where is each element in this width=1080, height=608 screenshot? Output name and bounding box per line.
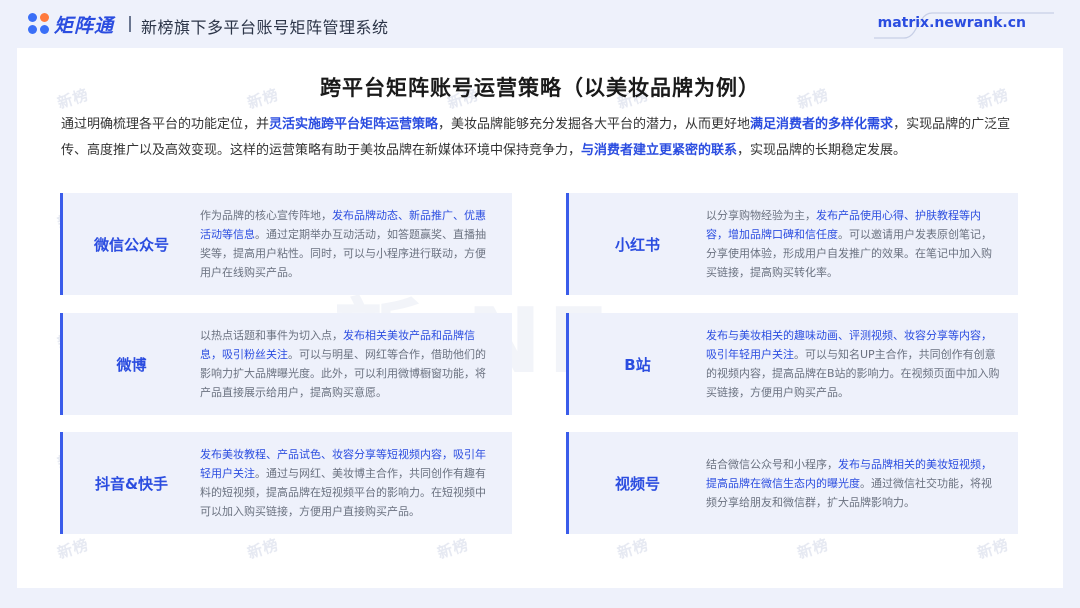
platform-name: 微信公众号 (93, 235, 169, 254)
platform-name: 微博 (116, 355, 147, 374)
platform-card: 抖音&快手 发布美妆教程、产品试色、妆容分享等短视频内容，吸引年轻用户关注。通过与… (60, 432, 512, 534)
platform-description: 以热点话题和事件为切入点，发布相关美妆产品和品牌信息，吸引粉丝关注。可以与明星、… (200, 326, 496, 402)
platform-card: 视频号 结合微信公众号和小程序，发布与品牌相关的美妆短视频，提高品牌在微信生态内的… (566, 432, 1018, 534)
body-text: 结合微信公众号和小程序， (706, 457, 838, 471)
platform-description: 结合微信公众号和小程序，发布与品牌相关的美妆短视频，提高品牌在微信生态内的曝光度… (706, 455, 1002, 512)
header-divider (129, 16, 131, 32)
platform-card: 小红书 以分享购物经验为主，发布产品使用心得、护肤教程等内容，增加品牌口碑和信任度… (566, 193, 1018, 295)
intro-paragraph: 通过明确梳理各平台的功能定位，并灵活实施跨平台矩阵运营策略，美妆品牌能够充分发掘… (61, 112, 1031, 164)
platform-description: 以分享购物经验为主，发布产品使用心得、护肤教程等内容，增加品牌口碑和信任度。可以… (706, 206, 1002, 282)
body-text: ，美妆品牌能够充分发掘各大平台的潜力，从而更好地 (438, 117, 751, 132)
brand-logo[interactable]: 矩阵通 (28, 12, 115, 37)
body-text: 作为品牌的核心宣传阵地， (200, 209, 332, 222)
content-card: 新 NE 新榜新榜新榜新榜新榜新榜新榜新榜新榜新榜新榜新榜新榜新榜新榜新榜新榜新… (17, 48, 1063, 588)
platform-card: 微信公众号 作为品牌的核心宣传阵地，发布品牌动态、新品推广、优惠活动等信息。通过定… (60, 193, 512, 295)
platform-name: B站 (624, 355, 651, 374)
platform-name: 视频号 (614, 474, 660, 493)
highlighted-text: 灵活实施跨平台矩阵运营策略 (269, 117, 439, 132)
site-url-link[interactable]: matrix.newrank.cn (878, 15, 1026, 31)
platform-description: 发布与美妆相关的趣味动画、评测视频、妆容分享等内容，吸引年轻用户关注。可以与知名… (706, 326, 1002, 402)
body-text: ，实现品牌的长期稳定发展。 (737, 143, 907, 158)
platform-description: 作为品牌的核心宣传阵地，发布品牌动态、新品推广、优惠活动等信息。通过定期举办互动… (200, 206, 496, 282)
highlighted-text: 满足消费者的多样化需求 (750, 117, 894, 132)
watermark: 新榜 (435, 535, 472, 563)
body-text: 以分享购物经验为主， (706, 209, 816, 222)
platform-name: 小红书 (614, 235, 660, 254)
watermark: 新榜 (55, 535, 92, 563)
body-text: 以热点话题和事件为切入点， (200, 329, 343, 342)
watermark: 新榜 (795, 535, 832, 563)
page-title: 跨平台矩阵账号运营策略（以美妆品牌为例） (320, 76, 760, 100)
platform-card: B站 发布与美妆相关的趣味动画、评测视频、妆容分享等内容，吸引年轻用户关注。可以与… (566, 313, 1018, 415)
header-title: 新榜旗下多平台账号矩阵管理系统 (141, 18, 389, 37)
watermark: 新榜 (615, 535, 652, 563)
platform-name: 抖音&快手 (94, 474, 169, 493)
brand-name: 矩阵通 (54, 14, 115, 37)
platform-card: 微博 以热点话题和事件为切入点，发布相关美妆产品和品牌信息，吸引粉丝关注。可以与明… (60, 313, 512, 415)
highlighted-text: 与消费者建立更紧密的联系 (581, 143, 738, 158)
watermark: 新榜 (975, 535, 1012, 563)
logo-icon (28, 13, 50, 35)
watermark: 新榜 (245, 535, 282, 563)
platform-description: 发布美妆教程、产品试色、妆容分享等短视频内容，吸引年轻用户关注。通过与网红、美妆… (200, 445, 496, 521)
body-text: 通过明确梳理各平台的功能定位，并 (61, 117, 270, 132)
app-header: 矩阵通 新榜旗下多平台账号矩阵管理系统 matrix.newrank.cn (0, 0, 1080, 48)
